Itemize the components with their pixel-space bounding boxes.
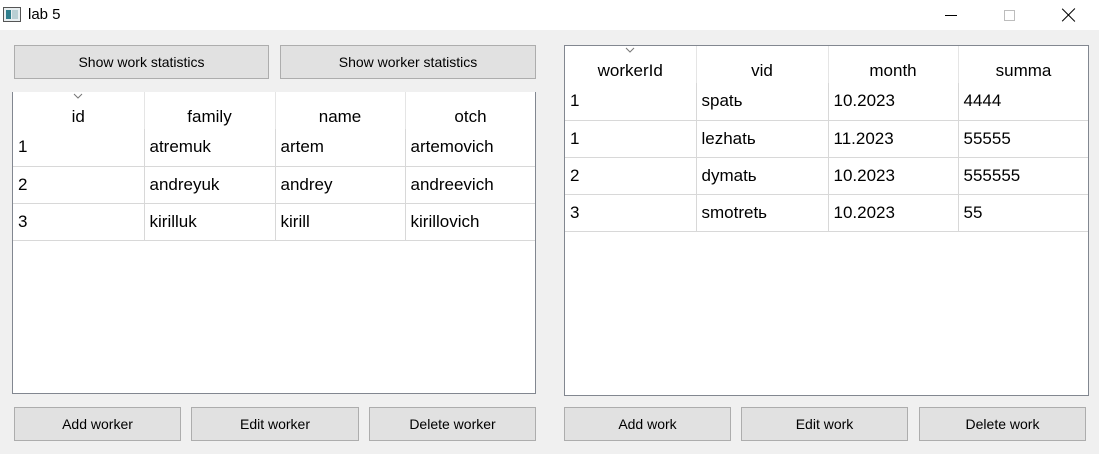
column-header-id[interactable]: id	[13, 92, 145, 129]
close-icon	[1062, 8, 1076, 22]
app-window-icon	[3, 7, 21, 22]
delete-work-button[interactable]: Delete work	[919, 407, 1086, 441]
table-cell[interactable]: artemovich	[405, 129, 535, 167]
table-row[interactable]: 2 dymatь 10.2023 555555	[565, 157, 1088, 195]
table-cell[interactable]: 2	[565, 157, 697, 195]
window-title: lab 5	[28, 6, 61, 23]
table-cell[interactable]: 555555	[958, 157, 1088, 195]
table-cell[interactable]: 1	[565, 120, 697, 158]
edit-work-button[interactable]: Edit work	[741, 407, 908, 441]
column-header-month[interactable]: month	[828, 46, 959, 83]
add-work-button[interactable]: Add work	[564, 407, 731, 441]
column-header-name[interactable]: name	[275, 92, 406, 129]
table-cell[interactable]: 10.2023	[828, 194, 959, 232]
table-cell[interactable]: kirill	[275, 203, 406, 241]
table-cell[interactable]: dymatь	[696, 157, 829, 195]
table-cell[interactable]: 3	[13, 203, 145, 241]
table-row[interactable]: 3 kirilluk kirill kirillovich	[13, 203, 535, 241]
minimize-button[interactable]	[928, 0, 974, 30]
table-row[interactable]: 1 atremuk artem artemovich	[13, 129, 535, 167]
maximize-icon	[1003, 9, 1015, 21]
column-header-family[interactable]: family	[144, 92, 276, 129]
column-header-label: id	[71, 107, 85, 126]
table-cell[interactable]: kirilluk	[144, 203, 276, 241]
table-cell[interactable]: andrey	[275, 166, 406, 204]
table-row[interactable]: 2 andreyuk andrey andreevich	[13, 166, 535, 204]
table-cell[interactable]: lezhatь	[696, 120, 829, 158]
table-cell[interactable]: 55555	[958, 120, 1088, 158]
table-row[interactable]: 1 lezhatь 11.2023 55555	[565, 120, 1088, 158]
table-cell[interactable]: 10.2023	[828, 83, 959, 121]
minimize-icon	[945, 14, 957, 16]
table-cell[interactable]: andreyuk	[144, 166, 276, 204]
table-cell[interactable]: spatь	[696, 83, 829, 121]
table-cell[interactable]: 3	[565, 194, 697, 232]
table-row[interactable]: 3 smotretь 10.2023 55	[565, 194, 1088, 232]
works-table[interactable]: workerId vid month summa 1 spatь 10.2023…	[564, 45, 1089, 396]
works-table-header: workerId vid month summa	[565, 46, 1088, 83]
table-cell[interactable]: kirillovich	[405, 203, 535, 241]
table-cell[interactable]: 10.2023	[828, 157, 959, 195]
show-work-statistics-button[interactable]: Show work statistics	[14, 45, 269, 79]
close-button[interactable]	[1046, 0, 1092, 30]
table-cell[interactable]: 4444	[958, 83, 1088, 121]
column-header-otch[interactable]: otch	[405, 92, 535, 129]
show-worker-statistics-button[interactable]: Show worker statistics	[280, 45, 536, 79]
workers-table[interactable]: id family name otch 1 atremuk artem arte…	[12, 92, 536, 394]
table-cell[interactable]: andreevich	[405, 166, 535, 204]
sort-indicator-icon	[73, 93, 83, 99]
add-worker-button[interactable]: Add worker	[14, 407, 181, 441]
table-cell[interactable]: atremuk	[144, 129, 276, 167]
column-header-label: workerId	[597, 61, 663, 80]
column-header-workerid[interactable]: workerId	[565, 46, 697, 83]
sort-indicator-icon	[625, 47, 635, 53]
table-cell[interactable]: 1	[13, 129, 145, 167]
table-cell[interactable]: 55	[958, 194, 1088, 232]
table-cell[interactable]: 11.2023	[828, 120, 959, 158]
column-header-vid[interactable]: vid	[696, 46, 829, 83]
workers-table-header: id family name otch	[13, 92, 535, 129]
table-cell[interactable]: smotretь	[696, 194, 829, 232]
table-row[interactable]: 1 spatь 10.2023 4444	[565, 83, 1088, 121]
edit-worker-button[interactable]: Edit worker	[191, 407, 359, 441]
table-cell[interactable]: 2	[13, 166, 145, 204]
maximize-button[interactable]	[986, 0, 1032, 30]
delete-worker-button[interactable]: Delete worker	[369, 407, 536, 441]
table-cell[interactable]: artem	[275, 129, 406, 167]
main-window: lab 5 Show work statistics Show worker s…	[0, 0, 1099, 454]
title-bar: lab 5	[0, 0, 1099, 30]
table-cell[interactable]: 1	[565, 83, 697, 121]
column-header-summa[interactable]: summa	[958, 46, 1088, 83]
